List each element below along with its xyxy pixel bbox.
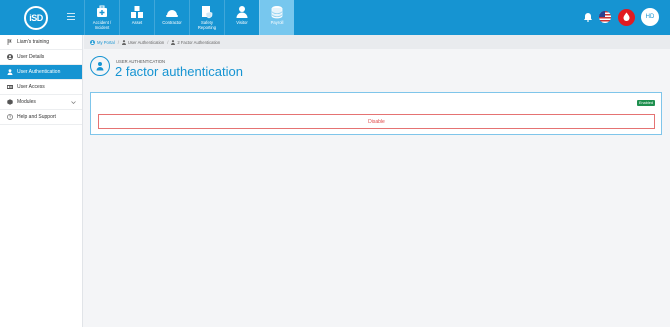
sidebar-item-label: User Authentication (17, 69, 61, 75)
breadcrumb-home-label: My Portal (97, 39, 115, 45)
modules-icon (7, 99, 13, 105)
top-navigation-bar: iSD Accident / Incident Asset Contractor… (0, 0, 670, 35)
assets-icon (131, 6, 143, 18)
nav-label: Payroll (270, 20, 284, 25)
status-badge: Enabled (637, 100, 655, 106)
nav-visitor[interactable]: Visitor (224, 0, 259, 35)
breadcrumb: My Portal / User Authentication / 2 Fact… (84, 35, 670, 49)
sidebar-item-label: Help and Support (17, 114, 56, 120)
sidebar-item-user-details[interactable]: User Details (0, 50, 82, 65)
user-lock-icon (7, 69, 13, 75)
breadcrumb-separator: / (117, 39, 119, 45)
nav-asset[interactable]: Asset (119, 0, 154, 35)
two-factor-panel: Enabled Disable (90, 92, 662, 135)
user-shield-icon (90, 56, 110, 76)
menu-toggle-icon[interactable] (67, 13, 75, 21)
user-icon (171, 39, 176, 45)
training-icon (7, 39, 12, 45)
breadcrumb-section[interactable]: User Authentication (121, 39, 165, 45)
sidebar: Liam's training User Details User Authen… (0, 35, 83, 327)
page-title: 2 factor authentication (115, 64, 243, 79)
nav-label: Accident / Incident (92, 20, 112, 30)
portal-icon (90, 39, 95, 45)
first-aid-kit-icon (97, 5, 107, 17)
sidebar-item-label: Modules (17, 99, 36, 105)
nav-label: Asset (131, 20, 143, 25)
notification-bell-icon[interactable] (583, 12, 593, 22)
breadcrumb-current-label: 2 Factor Authentication (177, 39, 221, 45)
language-flag-icon[interactable] (599, 11, 611, 23)
disable-button[interactable]: Disable (98, 114, 655, 129)
user-avatar[interactable]: HD (641, 8, 659, 26)
company-logo[interactable]: iSD (24, 6, 48, 30)
visitor-icon (236, 6, 248, 18)
breadcrumb-home[interactable]: My Portal (90, 40, 115, 45)
hard-hat-icon (166, 10, 178, 17)
sidebar-item-help[interactable]: Help and Support (0, 110, 82, 125)
emergency-alert-button[interactable] (618, 9, 635, 26)
id-card-icon (7, 85, 13, 89)
safety-report-icon (202, 6, 213, 19)
nav-safety-reporting[interactable]: Safety Reporting (189, 0, 224, 35)
chevron-down-icon (71, 101, 76, 104)
breadcrumb-section-label: User Authentication (127, 39, 165, 45)
nav-label: Visitor (236, 20, 248, 25)
payroll-icon (271, 6, 283, 19)
sidebar-item-label: Liam's training (17, 39, 50, 45)
alert-drop-icon (623, 12, 630, 21)
user-circle-icon (7, 54, 13, 60)
sidebar-item-user-access[interactable]: User Access (0, 80, 82, 95)
sidebar-item-user-authentication[interactable]: User Authentication (0, 65, 82, 80)
nav-accident-incident[interactable]: Accident / Incident (84, 0, 119, 35)
help-icon (7, 114, 13, 120)
nav-payroll[interactable]: Payroll (259, 0, 294, 35)
nav-label: Contractor (162, 20, 182, 25)
sidebar-item-modules[interactable]: Modules (0, 95, 82, 110)
breadcrumb-separator: / (167, 39, 169, 45)
sidebar-item-label: User Access (17, 84, 45, 90)
nav-label: Safety Reporting (197, 20, 217, 30)
sidebar-item-training[interactable]: Liam's training (0, 35, 82, 50)
user-icon (121, 39, 126, 45)
nav-contractor[interactable]: Contractor (154, 0, 189, 35)
breadcrumb-current: 2 Factor Authentication (171, 40, 220, 45)
sidebar-item-label: User Details (17, 54, 45, 60)
module-nav: Accident / Incident Asset Contractor Saf… (84, 0, 294, 35)
